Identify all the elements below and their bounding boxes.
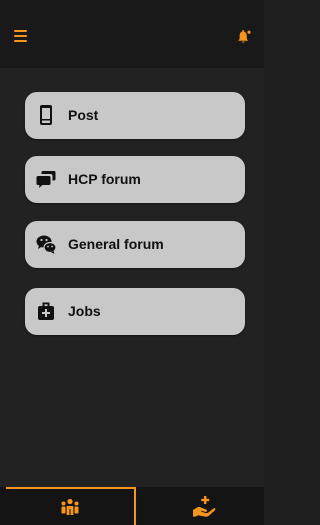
medical-briefcase-icon bbox=[35, 300, 57, 322]
tab-healthcare[interactable] bbox=[136, 487, 264, 525]
jobs-button[interactable]: Jobs bbox=[25, 288, 245, 335]
mobile-document-icon bbox=[35, 104, 57, 126]
bottom-navigation bbox=[0, 487, 264, 525]
hcp-forum-label: HCP forum bbox=[68, 171, 141, 187]
main-content: Post HCP forum General forum Jobs bbox=[0, 68, 264, 487]
people-group-icon bbox=[61, 498, 79, 515]
post-label: Post bbox=[68, 107, 99, 123]
hand-holding-medical-icon bbox=[193, 496, 216, 517]
top-app-bar bbox=[0, 0, 264, 68]
app-screen: Post HCP forum General forum Jobs bbox=[0, 0, 264, 525]
general-forum-label: General forum bbox=[68, 236, 164, 252]
chat-bubbles-icon bbox=[35, 168, 57, 190]
tab-community[interactable] bbox=[6, 487, 136, 525]
wechat-icon bbox=[35, 233, 57, 255]
bell-icon[interactable] bbox=[236, 29, 252, 45]
post-button[interactable]: Post bbox=[25, 92, 245, 139]
jobs-label: Jobs bbox=[68, 303, 101, 319]
hcp-forum-button[interactable]: HCP forum bbox=[25, 156, 245, 203]
general-forum-button[interactable]: General forum bbox=[25, 221, 245, 268]
hamburger-menu-icon[interactable] bbox=[14, 30, 28, 42]
